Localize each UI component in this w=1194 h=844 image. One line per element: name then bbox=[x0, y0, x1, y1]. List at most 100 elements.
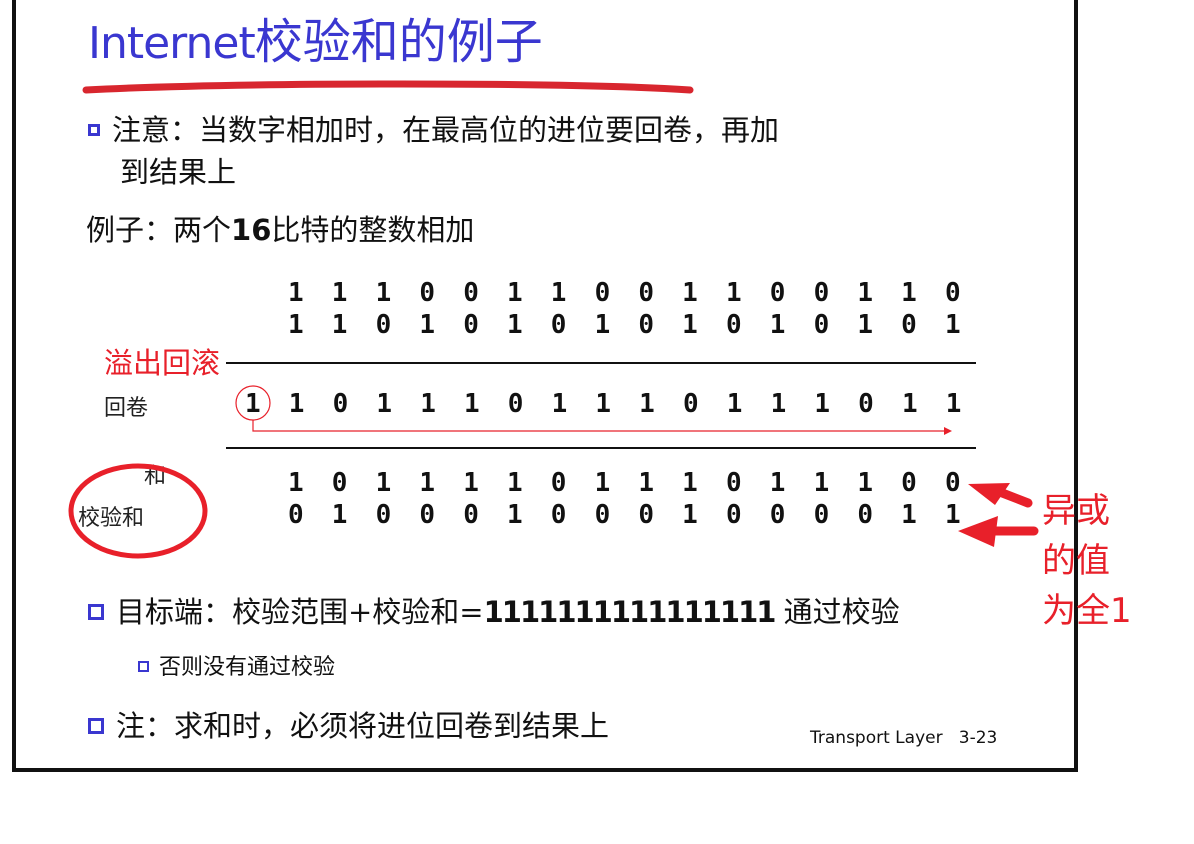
wraparound-row: 11011101110111011 bbox=[245, 389, 990, 419]
wraparound-bit: 1 bbox=[726, 389, 743, 419]
operand2-bit: 0 bbox=[813, 310, 830, 340]
note-line1: 注意：当数字相加时，在最高位的进位要回卷，再加 bbox=[112, 113, 780, 147]
wraparound-bit: 1 bbox=[245, 389, 261, 419]
sum-bit: 1 bbox=[813, 468, 830, 498]
sum-bit: 1 bbox=[769, 468, 786, 498]
overflow-label: 溢出回滚 bbox=[104, 346, 221, 380]
operand1-bit: 0 bbox=[813, 278, 830, 308]
checksum-bit: 0 bbox=[550, 500, 567, 530]
wraparound-bit: 1 bbox=[420, 389, 436, 419]
sum-bit: 1 bbox=[857, 468, 874, 498]
operand1-bit: 1 bbox=[331, 278, 348, 308]
operand2-bit: 1 bbox=[944, 310, 961, 340]
sum-bit: 0 bbox=[331, 468, 348, 498]
destination-bullet: 目标端：校验范围+校验和=1111111111111111 通过校验 bbox=[88, 592, 900, 632]
operand1-bit: 0 bbox=[638, 278, 655, 308]
operand1-bit: 1 bbox=[857, 278, 874, 308]
operand2-bit: 1 bbox=[506, 310, 523, 340]
checksum-bit: 0 bbox=[857, 500, 874, 530]
divider-line-1 bbox=[226, 362, 976, 364]
checksum-bit: 0 bbox=[594, 500, 611, 530]
operand2-bit: 0 bbox=[463, 310, 479, 340]
slide-footer: Transport Layer 3-23 bbox=[810, 728, 998, 748]
checksum-bit: 0 bbox=[463, 500, 479, 530]
operand2-bit: 1 bbox=[288, 310, 304, 340]
sub-bullet: 否则没有通过校验 bbox=[138, 652, 335, 684]
checksum-bit: 0 bbox=[638, 500, 655, 530]
wraparound-label: 回卷 bbox=[104, 396, 149, 421]
checksum-row: 0100010001000011 bbox=[288, 500, 989, 530]
wraparound-bit: 1 bbox=[376, 389, 393, 419]
operand2-bit: 1 bbox=[857, 310, 874, 340]
checksum-bit: 0 bbox=[769, 500, 786, 530]
checksum-bit: 0 bbox=[288, 500, 304, 530]
operand1-bit: 1 bbox=[506, 278, 523, 308]
sum-bit: 1 bbox=[375, 468, 392, 498]
operand2-bit: 1 bbox=[594, 310, 611, 340]
operand1-bit: 1 bbox=[901, 278, 917, 308]
square-bullet-icon bbox=[88, 604, 104, 620]
operand1-bit: 1 bbox=[375, 278, 392, 308]
wraparound-bit: 1 bbox=[288, 389, 305, 419]
operand2-bit: 0 bbox=[550, 310, 567, 340]
checksum-bit: 0 bbox=[813, 500, 830, 530]
wraparound-bit: 1 bbox=[770, 389, 787, 419]
title-english: Internet bbox=[88, 18, 256, 69]
operand1-row: 1110011001100110 bbox=[288, 278, 989, 308]
destination-prefix: 目标端：校验范围+校验和= bbox=[116, 595, 484, 629]
slide-title: Internet校验和的例子 bbox=[88, 12, 543, 74]
operand2-bit: 0 bbox=[638, 310, 655, 340]
sum-bit: 1 bbox=[594, 468, 611, 498]
square-bullet-icon bbox=[88, 124, 100, 136]
wraparound-bit: 1 bbox=[463, 389, 480, 419]
example-suffix: 比特的整数相加 bbox=[271, 213, 475, 247]
checksum-bit: 0 bbox=[725, 500, 742, 530]
wraparound-bit: 1 bbox=[595, 389, 612, 419]
operand2-bit: 1 bbox=[682, 310, 698, 340]
final-note-bullet: 注：求和时，必须将进位回卷到结果上 bbox=[88, 706, 609, 746]
sum-bit: 1 bbox=[463, 468, 479, 498]
checksum-label: 校验和 bbox=[78, 506, 145, 531]
operand1-bit: 1 bbox=[550, 278, 567, 308]
wraparound-bit: 1 bbox=[551, 389, 568, 419]
operand2-bit: 0 bbox=[375, 310, 392, 340]
operand2-bit: 1 bbox=[331, 310, 348, 340]
operand2-bit: 1 bbox=[769, 310, 786, 340]
final-note-text: 注：求和时，必须将进位回卷到结果上 bbox=[116, 709, 610, 743]
sum-label: 和 bbox=[144, 464, 167, 489]
sum-bit: 0 bbox=[944, 468, 961, 498]
operand1-bit: 0 bbox=[944, 278, 961, 308]
checksum-bit: 1 bbox=[506, 500, 523, 530]
xor-annotation-line2: 的值 bbox=[1042, 541, 1110, 581]
xor-annotation-line1: 异或 bbox=[1042, 491, 1110, 531]
xor-annotation-line3: 为全1 bbox=[1042, 591, 1132, 631]
checksum-bit: 1 bbox=[331, 500, 348, 530]
sub-bullet-text: 否则没有通过校验 bbox=[159, 655, 336, 680]
note-line2: 到结果上 bbox=[120, 155, 237, 189]
sum-bit: 1 bbox=[288, 468, 304, 498]
destination-ones: 1111111111111111 bbox=[483, 595, 777, 629]
wraparound-bit: 1 bbox=[639, 389, 655, 419]
sum-bit: 0 bbox=[725, 468, 742, 498]
operand2-row: 1101010101010101 bbox=[288, 310, 989, 340]
operand1-bit: 0 bbox=[463, 278, 479, 308]
wraparound-bit: 1 bbox=[945, 389, 962, 419]
divider-line-2 bbox=[226, 447, 976, 449]
operand1-bit: 1 bbox=[288, 278, 304, 308]
operand1-bit: 1 bbox=[682, 278, 698, 308]
title-chinese: 校验和的例子 bbox=[254, 14, 543, 70]
example-number: 16 bbox=[231, 213, 272, 247]
sum-bit: 1 bbox=[419, 468, 436, 498]
sum-bit: 1 bbox=[638, 468, 655, 498]
operand1-bit: 0 bbox=[594, 278, 611, 308]
wraparound-bit: 0 bbox=[332, 389, 349, 419]
checksum-bit: 1 bbox=[944, 500, 961, 530]
operand2-bit: 0 bbox=[901, 310, 917, 340]
example-heading: 例子：两个16比特的整数相加 bbox=[86, 210, 474, 250]
wraparound-bit: 0 bbox=[507, 389, 524, 419]
operand2-bit: 0 bbox=[725, 310, 742, 340]
checksum-bit: 1 bbox=[901, 500, 917, 530]
sum-bit: 1 bbox=[682, 468, 698, 498]
wraparound-bit: 0 bbox=[682, 389, 699, 419]
square-bullet-icon bbox=[88, 718, 104, 734]
